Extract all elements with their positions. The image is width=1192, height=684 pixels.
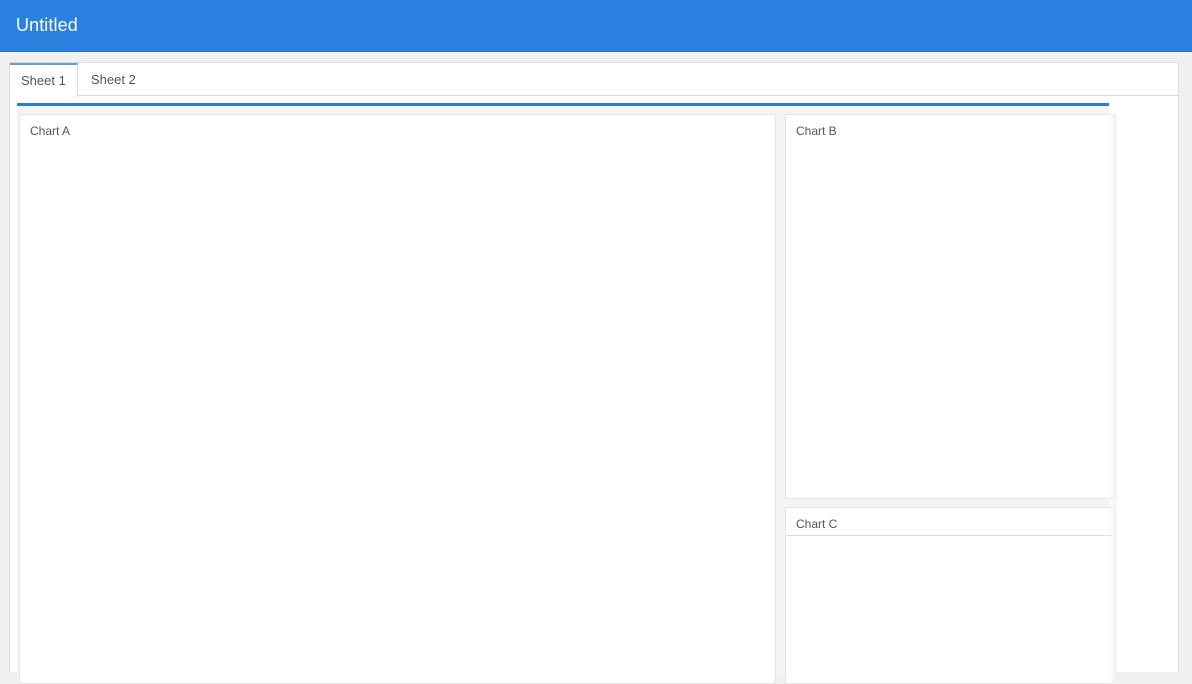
tab-sheet-2[interactable]: Sheet 2 — [80, 63, 147, 96]
tab-strip: Sheet 1 Sheet 2 — [10, 63, 1178, 97]
app-title: Untitled — [16, 15, 78, 35]
tab-sheet-1[interactable]: Sheet 1 — [10, 63, 78, 97]
dashboard-area: Chart A Chart B Chart C — [17, 106, 1117, 684]
chart-c-panel[interactable]: Chart C — [785, 507, 1115, 684]
chart-b-title: Chart B — [796, 124, 837, 138]
chart-b-panel[interactable]: Chart B — [785, 114, 1115, 499]
app-header: Untitled — [0, 0, 1192, 52]
chart-a-panel[interactable]: Chart A — [19, 114, 776, 684]
dashboard-fade-edge — [1105, 114, 1117, 684]
chart-a-title: Chart A — [30, 124, 71, 138]
chart-c-title-divider — [786, 535, 1114, 536]
chart-c-title: Chart C — [796, 517, 838, 531]
tabset: Sheet 1 Sheet 2 Chart A Chart B Chart C — [9, 62, 1179, 684]
